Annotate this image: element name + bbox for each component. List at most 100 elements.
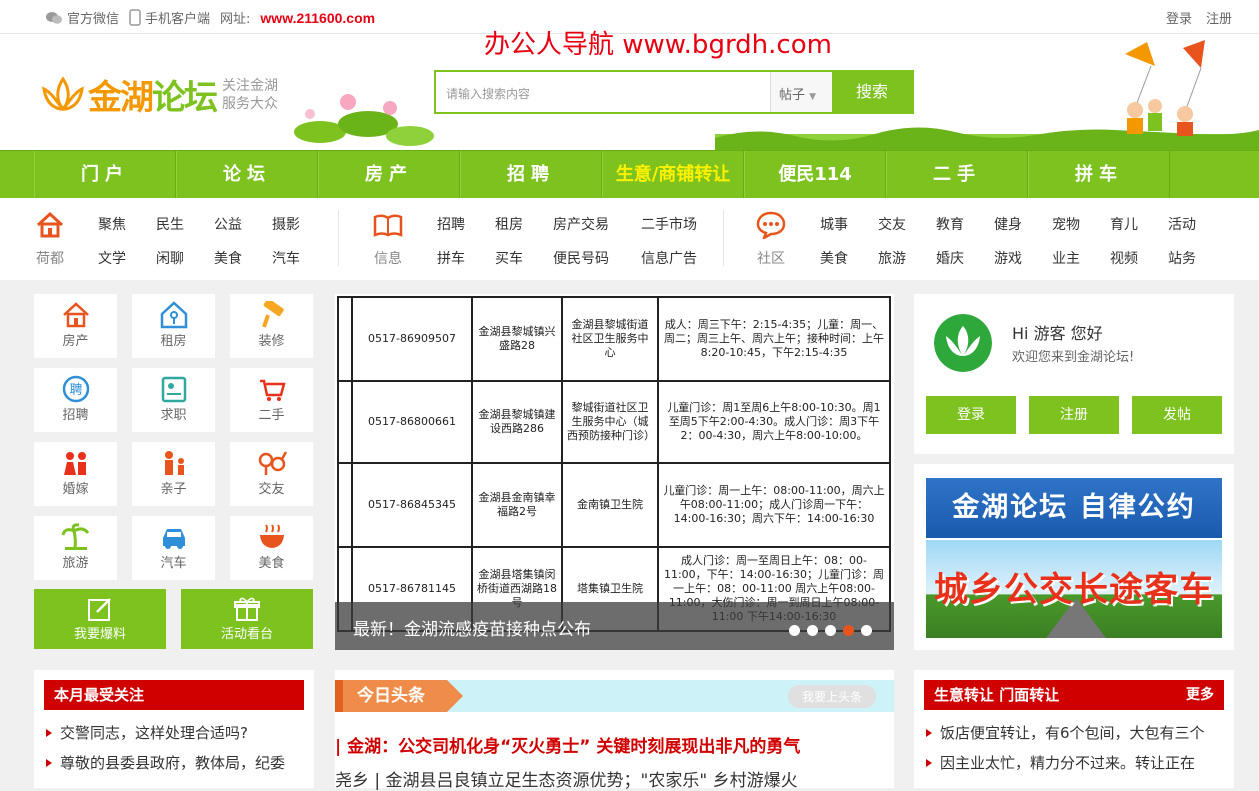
subnav-link[interactable]: 公益 xyxy=(214,214,242,234)
list-item[interactable]: 交警同志，这样处理合适吗? xyxy=(46,718,285,748)
subnav-link[interactable]: 便民号码 xyxy=(553,248,609,268)
table-cell: 0517-86909507 xyxy=(351,296,473,382)
phone-icon xyxy=(129,9,141,26)
table-cell: 成人：周三下午：2:15-4:35；儿童：周一、周二；周三上午、周六上午；接种时… xyxy=(657,296,891,382)
list-item[interactable]: 因主业太忙，精力分不过来。转让正在 xyxy=(926,748,1226,778)
subnav-link[interactable]: 交友 xyxy=(878,214,906,234)
news-item[interactable]: 尧乡 | 金湖县吕良镇立足生态资源优势；"农家乐" 乡村游爆火 xyxy=(335,766,798,791)
category-label: 装修 xyxy=(258,334,285,349)
list-item[interactable]: 饭店便宜转让，有6个包间，大包有三个 xyxy=(926,718,1226,748)
tipoff-label: 我要爆料 xyxy=(73,627,126,642)
subnav-link[interactable]: 汽车 xyxy=(272,248,300,268)
tipoff-button[interactable]: 我要爆料 xyxy=(34,589,166,649)
subnav-link[interactable]: 聚焦 xyxy=(98,214,126,234)
top-login-link[interactable]: 登录 xyxy=(1166,8,1192,27)
subnav-link[interactable]: 育儿 xyxy=(1110,214,1138,234)
slider-dot[interactable] xyxy=(807,625,818,636)
nav-carpool[interactable]: 拼车 xyxy=(1028,151,1170,199)
list-item[interactable]: 尊敬的县委县政府，教体局，纪委 xyxy=(46,748,285,778)
category-label: 求职 xyxy=(160,408,187,423)
category-recruit[interactable]: 聘招聘 xyxy=(34,368,117,432)
subnav-link[interactable]: 买车 xyxy=(495,248,523,268)
subnav-link[interactable]: 拼车 xyxy=(437,248,465,268)
category-car[interactable]: 汽车 xyxy=(132,516,215,580)
submit-headline-button[interactable]: 我要上头条 xyxy=(787,685,876,708)
subnav-link[interactable]: 租房 xyxy=(495,214,523,234)
category-rent[interactable]: 租房 xyxy=(132,294,215,358)
nav-convenience[interactable]: 便民114 xyxy=(744,151,886,199)
category-travel[interactable]: 旅游 xyxy=(34,516,117,580)
category-parenting[interactable]: 亲子 xyxy=(132,442,215,506)
nav-jobs[interactable]: 招聘 xyxy=(460,151,602,199)
subnav-link[interactable]: 文学 xyxy=(98,248,126,268)
nav-portal[interactable]: 门户 xyxy=(34,151,176,199)
slider-dot[interactable] xyxy=(825,625,836,636)
nav-realestate[interactable]: 房产 xyxy=(318,151,460,199)
subnav-link[interactable]: 活动 xyxy=(1168,214,1196,234)
events-button[interactable]: 活动看台 xyxy=(181,589,313,649)
subnav-hedu[interactable]: 荷都 xyxy=(20,210,80,268)
slider-dot[interactable] xyxy=(789,625,800,636)
vaccine-table-image: 0517-86909507 金湖县黎城镇兴盛路28 金湖县黎城街道社区卫生服务中… xyxy=(337,296,891,632)
category-food[interactable]: 美食 xyxy=(230,516,313,580)
top-headline[interactable]: | 金湖：公交司机化身“灭火勇士” 关键时刻展现出非凡的勇气 xyxy=(335,732,800,757)
nav-forum[interactable]: 论坛 xyxy=(176,151,318,199)
home-icon xyxy=(36,212,64,238)
subnav-link[interactable]: 婚庆 xyxy=(936,248,964,268)
category-wedding[interactable]: 婚嫁 xyxy=(34,442,117,506)
post-button[interactable]: 发帖 xyxy=(1132,396,1222,434)
book-icon xyxy=(373,214,403,237)
mobile-label: 手机客户端 xyxy=(145,12,211,27)
top-register-link[interactable]: 注册 xyxy=(1206,8,1232,27)
subnav-link[interactable]: 旅游 xyxy=(878,248,906,268)
site-logo[interactable]: 金湖论坛 关注金湖 服务大众 xyxy=(40,70,278,119)
nav-business-transfer[interactable]: 生意/商铺转让 xyxy=(602,151,744,199)
subnav-link[interactable]: 二手市场 xyxy=(641,214,697,234)
subnav-link[interactable]: 业主 xyxy=(1052,248,1080,268)
category-decoration[interactable]: 装修 xyxy=(230,294,313,358)
site-url[interactable]: www.211600.com xyxy=(260,10,375,26)
subnav-link[interactable]: 健身 xyxy=(994,214,1022,234)
subnav-link[interactable]: 信息广告 xyxy=(641,248,697,268)
subnav-link[interactable]: 城事 xyxy=(820,214,848,234)
subnav-link[interactable]: 摄影 xyxy=(272,214,300,234)
subnav-link[interactable]: 美食 xyxy=(820,248,848,268)
register-button[interactable]: 注册 xyxy=(1029,396,1119,434)
subnav-link[interactable]: 游戏 xyxy=(994,248,1022,268)
subnav-info[interactable]: 信息 xyxy=(358,210,418,268)
slider-dot[interactable] xyxy=(861,625,872,636)
forum-rules-banner[interactable]: 金湖论坛 自律公约 xyxy=(926,478,1222,538)
transfer-list: 饭店便宜转让，有6个包间，大包有三个 因主业太忙，精力分不过来。转让正在 xyxy=(926,718,1226,778)
category-jobseek[interactable]: 求职 xyxy=(132,368,215,432)
subnav-link[interactable]: 美食 xyxy=(214,248,242,268)
table-edge xyxy=(337,296,353,382)
bus-banner[interactable]: 城乡公交长途客车 xyxy=(926,540,1222,638)
headline-tag: 今日头条 xyxy=(335,680,463,712)
transfer-title: 生意转让 门面转让 更多 xyxy=(924,680,1224,710)
slider-caption[interactable]: 最新！金湖流感疫苗接种点公布 xyxy=(335,602,894,650)
category-label: 租房 xyxy=(160,334,187,349)
banner-panel: 金湖论坛 自律公约 城乡公交长途客车 xyxy=(914,464,1234,650)
table-cell: 0517-86800661 xyxy=(351,380,473,464)
slider-dot-active[interactable] xyxy=(843,625,854,636)
category-realestate[interactable]: 房产 xyxy=(34,294,117,358)
subnav-link[interactable]: 视频 xyxy=(1110,248,1138,268)
subnav-link[interactable]: 教育 xyxy=(936,214,964,234)
subnav-link[interactable]: 民生 xyxy=(156,214,184,234)
lotus-logo-icon xyxy=(42,75,84,111)
subnav-link[interactable]: 房产交易 xyxy=(553,214,609,234)
nav-secondhand[interactable]: 二手 xyxy=(886,151,1028,199)
mobile-link[interactable]: 手机客户端 xyxy=(129,8,210,27)
table-cell: 金南镇卫生院 xyxy=(561,462,659,548)
subnav-link[interactable]: 招聘 xyxy=(437,214,465,234)
wechat-link[interactable]: 官方微信 xyxy=(45,8,119,27)
subnav-link[interactable]: 站务 xyxy=(1168,248,1196,268)
category-secondhand[interactable]: 二手 xyxy=(230,368,313,432)
subnav-link[interactable]: 闲聊 xyxy=(156,248,184,268)
subnav-link[interactable]: 宠物 xyxy=(1052,214,1080,234)
more-link[interactable]: 更多 xyxy=(1186,680,1214,710)
image-slider[interactable]: 0517-86909507 金湖县黎城镇兴盛路28 金湖县黎城街道社区卫生服务中… xyxy=(335,294,894,650)
subnav-community[interactable]: 社区 xyxy=(741,210,801,268)
category-dating[interactable]: 交友 xyxy=(230,442,313,506)
login-button[interactable]: 登录 xyxy=(926,396,1016,434)
